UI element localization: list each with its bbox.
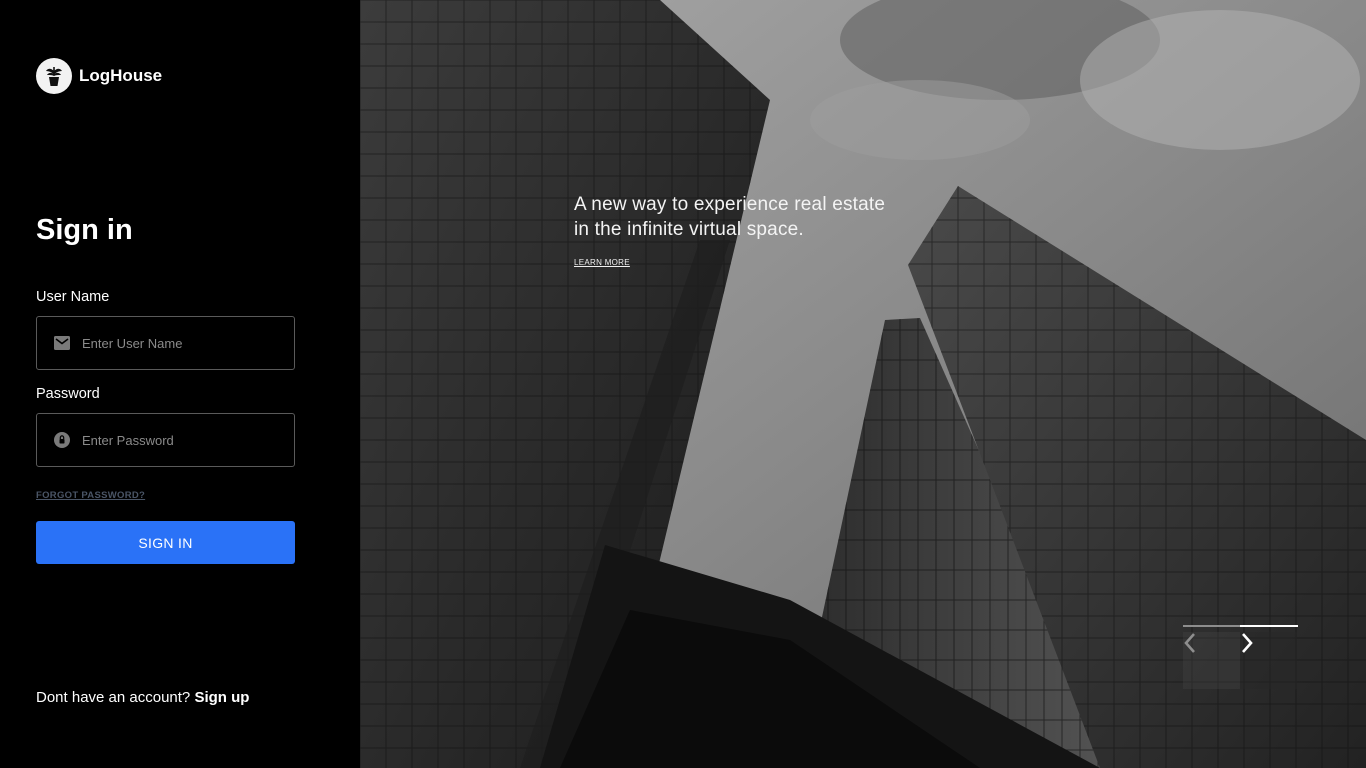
signup-prompt-text: Dont have an account? — [36, 689, 191, 706]
slide-progress-bar — [1183, 625, 1298, 627]
sign-in-button[interactable]: SIGN IN — [36, 521, 295, 564]
lock-circle-icon — [54, 432, 70, 448]
password-input[interactable] — [82, 432, 272, 448]
sign-up-link[interactable]: Sign up — [194, 689, 249, 706]
tagline-line-1: A new way to experience real estate — [574, 194, 886, 215]
forgot-password-link[interactable]: FORGOT PASSWORD? — [36, 490, 145, 501]
brand-name: LogHouse — [79, 66, 163, 85]
mail-icon — [54, 335, 70, 351]
password-field[interactable] — [36, 413, 295, 467]
username-field[interactable] — [36, 316, 295, 370]
plant-pot-icon — [36, 58, 72, 94]
hero-tagline: A new way to experience real estate in t… — [574, 192, 914, 242]
learn-more-link[interactable]: LEARN MORE — [574, 258, 630, 267]
signin-panel: LogHouse Sign in User Name Password FORG… — [0, 0, 360, 768]
next-slide-button[interactable] — [1240, 632, 1297, 689]
page-title: Sign in — [36, 214, 133, 246]
previous-slide-button[interactable] — [1183, 632, 1240, 689]
username-label: User Name — [36, 289, 110, 305]
username-input[interactable] — [82, 335, 272, 351]
hero-banner: A new way to experience real estate in t… — [360, 0, 1366, 768]
tagline-line-2: in the infinite virtual space. — [574, 219, 804, 240]
password-label: Password — [36, 386, 100, 402]
brand[interactable]: LogHouse — [36, 58, 162, 94]
slide-progress-fill — [1240, 625, 1298, 627]
signup-prompt: Dont have an account? Sign up — [36, 689, 249, 706]
